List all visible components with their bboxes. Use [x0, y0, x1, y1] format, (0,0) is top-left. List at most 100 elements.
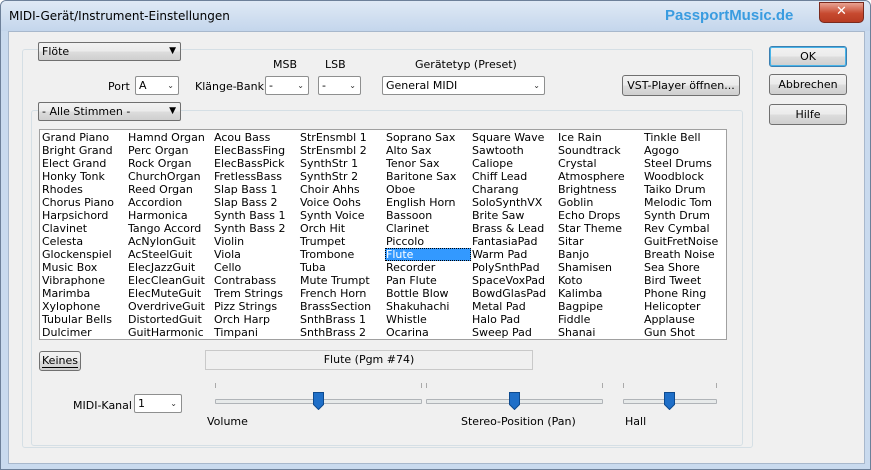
- instrument-item[interactable]: Banjo: [557, 248, 643, 261]
- instrument-item[interactable]: Honky Tonk: [41, 170, 127, 183]
- instrument-item[interactable]: Square Wave: [471, 131, 557, 144]
- instrument-item[interactable]: Halo Pad: [471, 313, 557, 326]
- instrument-item[interactable]: Mute Trumpt: [299, 274, 385, 287]
- title-bar[interactable]: MIDI-Gerät/Instrument-Einstellungen Pass…: [1, 1, 870, 31]
- preset-select[interactable]: General MIDI ⌄: [382, 76, 545, 95]
- instrument-item[interactable]: Goblin: [557, 196, 643, 209]
- instrument-item[interactable]: Applause: [643, 313, 729, 326]
- instrument-item[interactable]: Taiko Drum: [643, 183, 729, 196]
- instrument-item[interactable]: ElecBassFing: [213, 144, 299, 157]
- instrument-item[interactable]: Orch Hit: [299, 222, 385, 235]
- instrument-item[interactable]: Agogo: [643, 144, 729, 157]
- instrument-item[interactable]: FantasiaPad: [471, 235, 557, 248]
- instrument-item[interactable]: OverdriveGuit: [127, 300, 213, 313]
- instrument-item[interactable]: Shakuhachi: [385, 300, 471, 313]
- instrument-item[interactable]: Kalimba: [557, 287, 643, 300]
- instrument-item[interactable]: Bassoon: [385, 209, 471, 222]
- instrument-item[interactable]: Charang: [471, 183, 557, 196]
- instrument-item[interactable]: Clavinet: [41, 222, 127, 235]
- instrument-item[interactable]: Sawtooth: [471, 144, 557, 157]
- instrument-item[interactable]: Koto: [557, 274, 643, 287]
- instrument-item[interactable]: Choir Ahhs: [299, 183, 385, 196]
- instrument-item[interactable]: Tenor Sax: [385, 157, 471, 170]
- instrument-item[interactable]: French Horn: [299, 287, 385, 300]
- instrument-item[interactable]: Sitar: [557, 235, 643, 248]
- instrument-list[interactable]: Grand Piano Bright Grand Elect Grand Honky …: [39, 129, 727, 340]
- instrument-item[interactable]: Dulcimer: [41, 326, 127, 339]
- instrument-item[interactable]: Rock Organ: [127, 157, 213, 170]
- slider-thumb[interactable]: [509, 392, 520, 410]
- instrument-item[interactable]: Ocarina: [385, 326, 471, 339]
- instrument-item[interactable]: Bird Tweet: [643, 274, 729, 287]
- instrument-item[interactable]: SpaceVoxPad: [471, 274, 557, 287]
- instrument-item[interactable]: Echo Drops: [557, 209, 643, 222]
- instrument-item[interactable]: Tubular Bells: [41, 313, 127, 326]
- instrument-item[interactable]: Rhodes: [41, 183, 127, 196]
- instrument-item[interactable]: AcNylonGuit: [127, 235, 213, 248]
- instrument-item[interactable]: Sweep Pad: [471, 326, 557, 339]
- instrument-item[interactable]: Soundtrack: [557, 144, 643, 157]
- instrument-item[interactable]: GuitHarmonic: [127, 326, 213, 339]
- instrument-item[interactable]: Synth Drum: [643, 209, 729, 222]
- instrument-item[interactable]: ElecJazzGuit: [127, 261, 213, 274]
- instrument-item[interactable]: Alto Sax: [385, 144, 471, 157]
- instrument-item[interactable]: Viola: [213, 248, 299, 261]
- instrument-item[interactable]: Brite Saw: [471, 209, 557, 222]
- instrument-item[interactable]: Soprano Sax: [385, 131, 471, 144]
- instrument-item[interactable]: SnthBrass 2: [299, 326, 385, 339]
- port-select[interactable]: A ⌄: [135, 76, 179, 95]
- device-select[interactable]: Flöte ▼: [38, 42, 181, 61]
- instrument-item[interactable]: Rev Cymbal: [643, 222, 729, 235]
- instrument-item[interactable]: ElecMuteGuit: [127, 287, 213, 300]
- instrument-item[interactable]: Synth Bass 2: [213, 222, 299, 235]
- instrument-item[interactable]: Xylophone: [41, 300, 127, 313]
- cancel-button[interactable]: Abbrechen: [769, 74, 847, 95]
- instrument-item[interactable]: Clarinet: [385, 222, 471, 235]
- instrument-item[interactable]: Gun Shot: [643, 326, 729, 339]
- instrument-item[interactable]: Recorder: [385, 261, 471, 274]
- instrument-item[interactable]: Brass & Lead: [471, 222, 557, 235]
- instrument-item[interactable]: Orch Harp: [213, 313, 299, 326]
- instrument-item[interactable]: Pizz Strings: [213, 300, 299, 313]
- instrument-item[interactable]: SoloSynthVX: [471, 196, 557, 209]
- instrument-item[interactable]: Sea Shore: [643, 261, 729, 274]
- instrument-item[interactable]: English Horn: [385, 196, 471, 209]
- instrument-item[interactable]: ElecBassPick: [213, 157, 299, 170]
- instrument-item[interactable]: FretlessBass: [213, 170, 299, 183]
- instrument-item[interactable]: SnthBrass 1: [299, 313, 385, 326]
- instrument-item[interactable]: GuitFretNoise: [643, 235, 729, 248]
- instrument-item[interactable]: Pan Flute: [385, 274, 471, 287]
- instrument-item[interactable]: Crystal: [557, 157, 643, 170]
- instrument-item[interactable]: Star Theme: [557, 222, 643, 235]
- instrument-item[interactable]: DistortedGuit: [127, 313, 213, 326]
- instrument-item[interactable]: Violin: [213, 235, 299, 248]
- instrument-item[interactable]: ChurchOrgan: [127, 170, 213, 183]
- instrument-item[interactable]: Acou Bass: [213, 131, 299, 144]
- instrument-item[interactable]: Accordion: [127, 196, 213, 209]
- instrument-item[interactable]: Contrabass: [213, 274, 299, 287]
- instrument-item[interactable]: Baritone Sax: [385, 170, 471, 183]
- instrument-item[interactable]: Fiddle: [557, 313, 643, 326]
- instrument-item[interactable]: Shanai: [557, 326, 643, 339]
- ok-button[interactable]: OK: [769, 46, 847, 67]
- instrument-item[interactable]: Trumpet: [299, 235, 385, 248]
- midi-channel-select[interactable]: 1 ⌄: [134, 394, 182, 413]
- instrument-item[interactable]: Hamnd Organ: [127, 131, 213, 144]
- instrument-item[interactable]: Steel Drums: [643, 157, 729, 170]
- none-button[interactable]: Keines: [39, 351, 81, 371]
- instrument-item[interactable]: Slap Bass 2: [213, 196, 299, 209]
- instrument-item[interactable]: StrEnsmbl 1: [299, 131, 385, 144]
- voice-filter-select[interactable]: - Alle Stimmen - ▼: [38, 102, 181, 121]
- instrument-item[interactable]: Voice Oohs: [299, 196, 385, 209]
- instrument-item[interactable]: Caliope: [471, 157, 557, 170]
- instrument-item[interactable]: Atmosphere: [557, 170, 643, 183]
- instrument-item[interactable]: Tango Accord: [127, 222, 213, 235]
- instrument-item[interactable]: Bright Grand: [41, 144, 127, 157]
- instrument-item[interactable]: Chorus Piano: [41, 196, 127, 209]
- instrument-item[interactable]: Chiff Lead: [471, 170, 557, 183]
- instrument-item[interactable]: Celesta: [41, 235, 127, 248]
- lsb-select[interactable]: - ⌄: [318, 76, 361, 95]
- instrument-item[interactable]: Trem Strings: [213, 287, 299, 300]
- instrument-item[interactable]: Phone Ring: [643, 287, 729, 300]
- instrument-item[interactable]: Bagpipe: [557, 300, 643, 313]
